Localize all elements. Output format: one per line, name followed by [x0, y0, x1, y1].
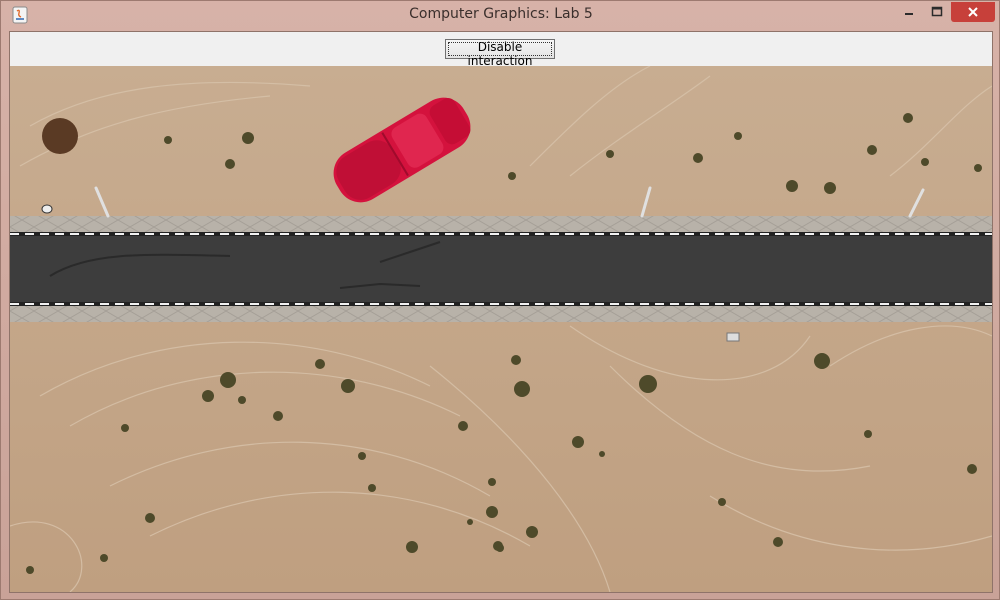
close-button[interactable]: [951, 2, 995, 22]
desert-ground: [10, 66, 992, 592]
render-canvas[interactable]: [10, 66, 992, 592]
minimize-button[interactable]: [895, 2, 923, 22]
toolbar: Disable interaction: [10, 32, 992, 68]
road-edge-top: [10, 232, 992, 236]
road: [10, 233, 992, 305]
manhole-object: [41, 204, 53, 214]
minimize-icon: [905, 13, 913, 15]
road-edge-bottom: [10, 302, 992, 306]
client-area: Disable interaction: [9, 31, 993, 593]
title-bar[interactable]: Computer Graphics: Lab 5: [1, 1, 1000, 29]
sidewalk-top: [10, 216, 992, 234]
maximize-icon: [931, 6, 943, 17]
window-title: Computer Graphics: Lab 5: [409, 6, 593, 22]
application-window: Computer Graphics: Lab 5 Disable interac…: [0, 0, 1000, 600]
drain-cover: [726, 332, 740, 342]
disable-interaction-button[interactable]: Disable interaction: [445, 39, 555, 68]
close-icon: [968, 7, 978, 17]
maximize-button[interactable]: [923, 2, 951, 22]
sidewalk-bottom: [10, 304, 992, 322]
